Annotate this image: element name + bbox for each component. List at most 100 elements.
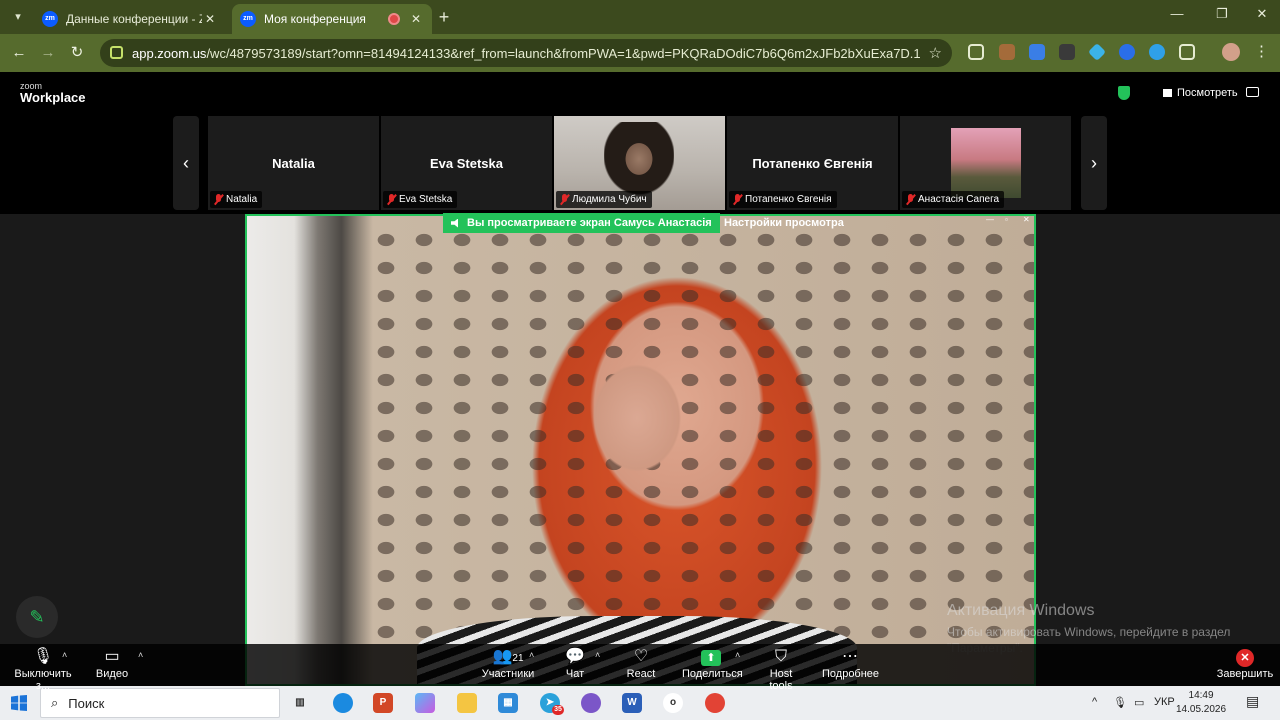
participant-name: Natalia	[226, 194, 258, 205]
participants-chevron-icon[interactable]: ˄	[529, 650, 534, 660]
search-icon: ⌕	[51, 695, 59, 710]
viber-icon[interactable]	[581, 693, 601, 713]
back-icon[interactable]: ←	[9, 43, 29, 63]
close-share-icon[interactable]: ✕	[1023, 215, 1030, 224]
mute-button[interactable]: 🎙 Выключить з...	[8, 646, 78, 692]
windows-start-icon[interactable]	[11, 695, 27, 711]
edge-extension-icon[interactable]	[1149, 44, 1165, 60]
site-info-icon[interactable]	[110, 46, 123, 59]
tab-search-button[interactable]: ▾	[8, 7, 28, 27]
address-bar[interactable]: app.zoom.us/wc/4879573189/start?omn=8149…	[100, 39, 952, 67]
search-placeholder: Поиск	[68, 695, 105, 711]
microphone-icon: 🎙	[32, 648, 54, 665]
participant-label: Natalia	[210, 191, 263, 208]
tab-title: Данные конференции - Zoom	[66, 12, 202, 26]
end-icon-wrap: ✕	[1216, 646, 1274, 668]
host-tools-button[interactable]: ⛉ Host tools	[757, 646, 805, 692]
close-window-icon[interactable]: ✕	[1247, 6, 1277, 22]
end-label: Завершить	[1216, 668, 1274, 680]
speaker-face	[487, 274, 787, 634]
view-settings-button[interactable]: Настройки просмотра	[724, 213, 844, 233]
extensions-puzzle-icon[interactable]	[1179, 44, 1195, 60]
participant-tile[interactable]: Natalia Natalia	[208, 116, 379, 210]
shared-screen-video	[245, 214, 1036, 686]
participant-tile[interactable]: Eva Stetska Eva Stetska	[381, 116, 552, 210]
gallery-next-button[interactable]: ›	[1081, 116, 1107, 210]
powerpoint-icon[interactable]: P	[373, 693, 393, 713]
tab-conference-data[interactable]: zm Данные конференции - Zoom ✕	[34, 4, 226, 34]
close-tab-icon[interactable]: ✕	[408, 12, 424, 26]
video-button[interactable]: ▭ Видео	[92, 646, 132, 680]
maximize-icon[interactable]: ❐	[1207, 6, 1237, 22]
forward-icon[interactable]: →	[38, 43, 58, 63]
more-button[interactable]: ⋯ Подробнее	[822, 646, 879, 680]
chat-label: Чат	[565, 668, 585, 680]
participant-tile[interactable]: Анастасія Сапега	[900, 116, 1071, 210]
react-label: React	[626, 668, 656, 680]
screen-share-banner: Вы просматриваете экран Самусь Анастасія	[443, 213, 720, 233]
chat-chevron-icon[interactable]: ˄	[595, 650, 600, 660]
meeting-controls: 🎙 Выключить з... ˄ ▭ Видео ˄ 👥21 Участники …	[0, 644, 1280, 692]
participant-tile[interactable]: Потапенко Євгенія Потапенко Євгенія	[727, 116, 898, 210]
app-icon[interactable]: o	[663, 693, 683, 713]
word-icon[interactable]: W	[622, 693, 642, 713]
task-view-icon[interactable]: ▥	[290, 693, 310, 713]
minimize-icon[interactable]: —	[1162, 6, 1192, 21]
copilot-icon[interactable]	[415, 693, 435, 713]
end-meeting-button[interactable]: ✕ Завершить	[1216, 646, 1274, 680]
notifications-icon[interactable]: ▤	[1246, 693, 1259, 710]
share-button[interactable]: ⬆ Поделиться	[682, 646, 743, 680]
reload-icon[interactable]: ↻	[67, 43, 87, 63]
annotate-pencil-button[interactable]: ✎	[16, 596, 58, 638]
tab-my-conference[interactable]: zm Моя конференция ✕	[232, 4, 432, 34]
screenshot-extension-icon[interactable]	[968, 44, 984, 60]
extension-icon[interactable]	[1087, 42, 1107, 62]
browser-toolbar: ← → ↻ app.zoom.us/wc/4879573189/start?om…	[0, 34, 1280, 72]
chat-button[interactable]: 💬 Чат	[560, 646, 590, 680]
react-button[interactable]: ♡ React	[624, 646, 658, 680]
view-label: Посмотреть	[1177, 87, 1238, 99]
minimize-share-icon[interactable]: —	[986, 215, 994, 224]
url-host: app.zoom.us	[132, 45, 207, 61]
profile-avatar[interactable]	[1222, 43, 1240, 61]
audio-options-chevron-icon[interactable]: ˄	[62, 650, 67, 660]
participants-button[interactable]: 👥21 Участники	[480, 646, 536, 680]
bookmark-star-icon[interactable]: ☆	[929, 44, 942, 62]
translate-extension-icon[interactable]	[1029, 44, 1045, 60]
gallery-prev-button[interactable]: ‹	[173, 116, 199, 210]
share-chevron-icon[interactable]: ˄	[735, 650, 740, 660]
view-grid-icon	[1163, 89, 1172, 97]
extension-icon[interactable]	[1119, 44, 1135, 60]
view-button[interactable]: Посмотреть	[1163, 87, 1238, 99]
participant-tile[interactable]: Людмила Чубич	[554, 116, 725, 210]
file-explorer-icon[interactable]	[457, 693, 477, 713]
clock-date: 14.05.2026	[1176, 704, 1227, 715]
extension-icon[interactable]	[999, 44, 1015, 60]
security-shield-icon[interactable]	[1118, 86, 1130, 100]
browser-tab-strip: ▾ zm Данные конференции - Zoom ✕ zm Моя …	[0, 0, 1280, 34]
participant-display-name: Natalia	[272, 156, 315, 171]
participant-name: Потапенко Євгенія	[745, 194, 832, 205]
microphone-tray-icon[interactable]: 🎙	[1113, 696, 1127, 709]
chrome-icon[interactable]	[705, 693, 725, 713]
restore-share-icon[interactable]: ▫	[1005, 215, 1008, 224]
fullscreen-icon[interactable]	[1246, 87, 1259, 97]
participants-icon: 👥21	[492, 648, 524, 665]
taskbar-search[interactable]: ⌕ Поиск	[40, 688, 280, 718]
extension-icon[interactable]	[1059, 44, 1075, 60]
browser-menu-icon[interactable]: ⋮	[1254, 42, 1269, 60]
system-clock[interactable]: 14:49 14.05.2026	[1176, 689, 1226, 717]
tray-expand-icon[interactable]: ^	[1092, 696, 1097, 708]
language-indicator[interactable]: УКР	[1154, 696, 1175, 708]
participant-display-name: Потапенко Євгенія	[752, 156, 873, 171]
video-options-chevron-icon[interactable]: ˄	[138, 650, 143, 660]
close-tab-icon[interactable]: ✕	[202, 12, 218, 26]
participant-label: Потапенко Євгенія	[729, 191, 837, 208]
network-icon[interactable]: ▭	[1134, 696, 1144, 709]
participant-name: Людмила Чубич	[572, 194, 647, 205]
new-tab-button[interactable]: +	[434, 7, 454, 27]
mic-muted-icon	[906, 194, 915, 205]
participant-display-name: Eva Stetska	[430, 156, 503, 171]
store-icon[interactable]: ▦	[498, 693, 518, 713]
edge-icon[interactable]	[333, 693, 353, 713]
